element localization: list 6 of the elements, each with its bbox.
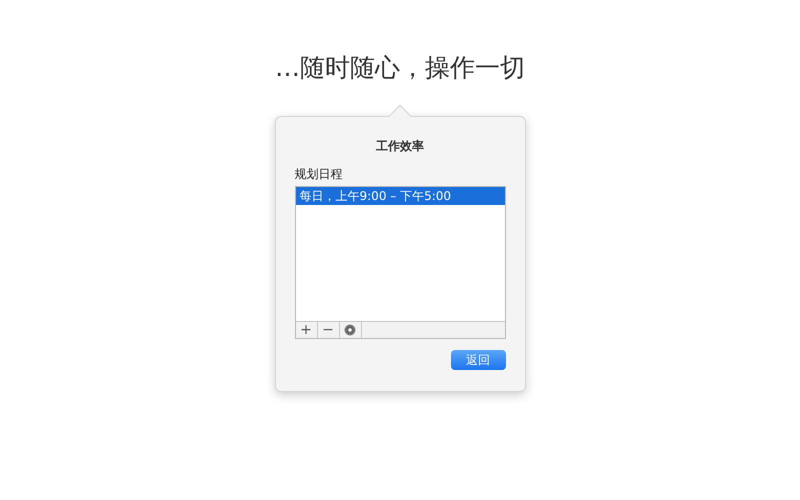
schedule-row[interactable]: 每日，上午9:00 – 下午5:00 <box>296 187 504 205</box>
section-label: 规划日程 <box>294 166 344 182</box>
back-button[interactable]: 返回 <box>450 350 506 370</box>
popover-title: 工作效率 <box>375 138 425 154</box>
gear-icon <box>344 324 356 336</box>
headline: …随时随心，操作一切 <box>275 52 525 84</box>
